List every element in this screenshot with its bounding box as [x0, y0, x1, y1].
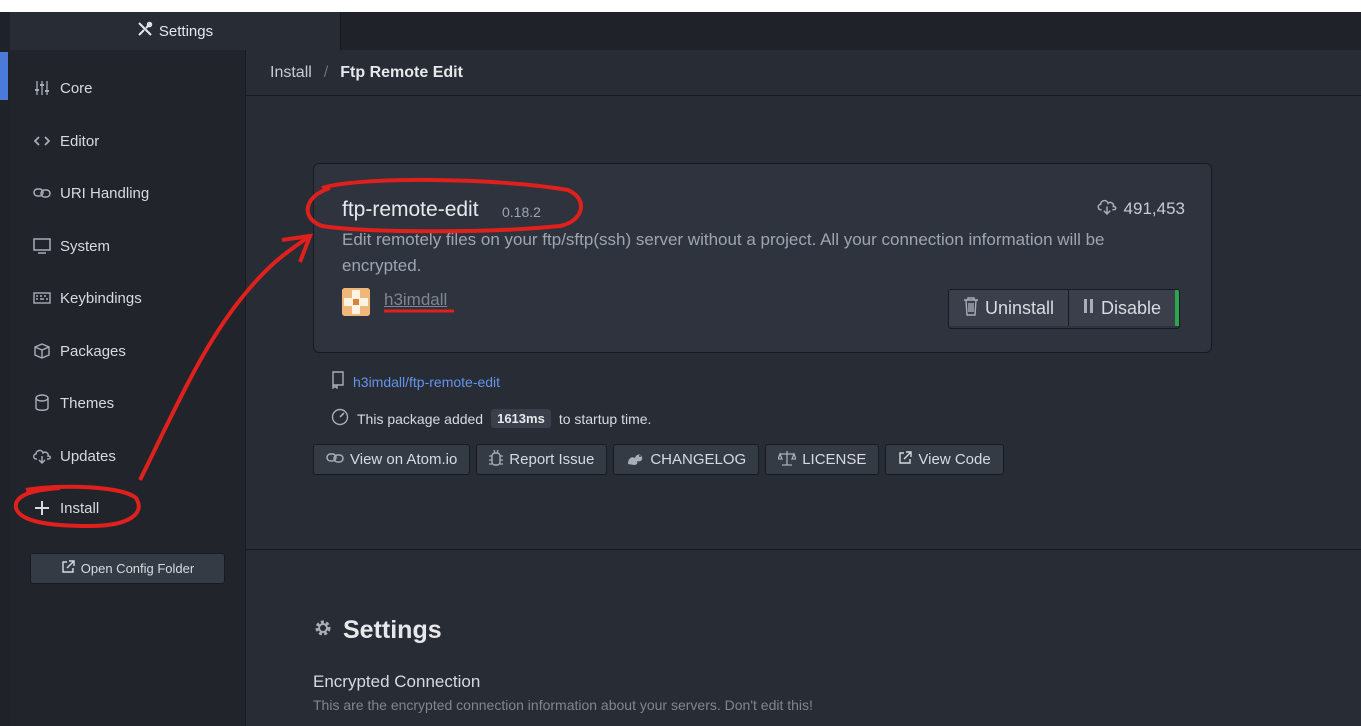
- view-on-atom-button[interactable]: View on Atom.io: [313, 444, 471, 475]
- open-config-folder-button[interactable]: Open Config Folder: [30, 553, 225, 584]
- sidebar-item-label: Core: [60, 79, 93, 97]
- open-config-label: Open Config Folder: [80, 561, 195, 576]
- changelog-button[interactable]: CHANGELOG: [613, 444, 760, 475]
- sliders-icon: [32, 80, 52, 96]
- startup-suffix: to startup time.: [558, 410, 652, 427]
- package-actions: Uninstall Disable: [948, 289, 1181, 329]
- bug-icon: [489, 449, 504, 471]
- sidebar-item-editor[interactable]: Editor: [10, 121, 245, 161]
- paintcan-icon: [32, 394, 52, 412]
- package-icon: [32, 343, 52, 359]
- squirrel-icon: [626, 450, 644, 470]
- license-label: LICENSE: [802, 451, 867, 468]
- sidebar-item-install[interactable]: Install: [10, 488, 245, 528]
- view-on-atom-label: View on Atom.io: [350, 451, 458, 468]
- dock-edge: [0, 12, 10, 726]
- license-button[interactable]: LICENSE: [765, 444, 880, 475]
- breadcrumb-install-link[interactable]: Install: [270, 64, 312, 82]
- pause-icon: [1083, 298, 1095, 319]
- disable-label: Disable: [1101, 297, 1162, 318]
- sidebar-item-system[interactable]: System: [10, 226, 245, 266]
- cloud-download-icon: [1096, 198, 1118, 220]
- trash-icon: [963, 296, 979, 321]
- link-icon: [326, 451, 344, 469]
- sidebar-item-label: Updates: [60, 447, 116, 465]
- package-description: Edit remotely files on your ftp/sftp(ssh…: [342, 230, 1105, 275]
- gear-icon: [313, 616, 333, 645]
- disable-button[interactable]: Disable: [1068, 290, 1180, 326]
- annotation-arrowhead: [281, 233, 314, 263]
- report-issue-label: Report Issue: [509, 451, 595, 468]
- author-link[interactable]: h3imdall: [384, 290, 447, 310]
- sidebar-item-label: System: [60, 237, 111, 255]
- report-issue-button[interactable]: Report Issue: [476, 444, 608, 475]
- sidebar-item-label: Themes: [60, 394, 115, 412]
- uninstall-button[interactable]: Uninstall: [949, 290, 1069, 326]
- link-external-icon: [898, 450, 913, 469]
- link-external-icon: [61, 560, 75, 577]
- repo-icon: [331, 371, 345, 392]
- download-count-value: 491,453: [1123, 199, 1185, 218]
- tab-bar: Settings: [10, 12, 1361, 51]
- section-divider: [246, 549, 1361, 550]
- download-count: 491,453: [1096, 198, 1185, 220]
- sidebar-item-updates[interactable]: Updates: [10, 436, 245, 476]
- setting-description: This are the encrypted connection inform…: [313, 697, 813, 713]
- code-icon: [32, 133, 52, 149]
- changelog-label: CHANGELOG: [650, 451, 747, 468]
- package-name[interactable]: ftp-remote-edit: [342, 198, 479, 222]
- package-version: 0.18.2: [502, 204, 541, 220]
- sidebar-item-label: Install: [60, 499, 100, 517]
- link-icon: [32, 186, 52, 200]
- cloud-download-icon: [32, 448, 52, 464]
- sidebar-item-label: URI Handling: [60, 184, 150, 202]
- window-top-strip: [0, 0, 1361, 12]
- package-links: View on Atom.io Report Issue CHANGELOG L…: [313, 444, 1004, 475]
- startup-time-badge: 1613ms: [491, 409, 551, 428]
- tools-icon: [137, 21, 153, 41]
- startup-time-line: This package added 1613ms to startup tim…: [331, 408, 651, 429]
- sidebar-item-keybindings[interactable]: Keybindings: [10, 278, 245, 318]
- view-code-label: View Code: [918, 451, 991, 468]
- repo-link[interactable]: h3imdall/ftp-remote-edit: [353, 374, 500, 390]
- dashboard-icon: [331, 408, 349, 429]
- law-icon: [777, 450, 798, 470]
- settings-section-heading: Settings: [313, 616, 442, 645]
- repo-line: h3imdall/ftp-remote-edit: [331, 371, 500, 392]
- keyboard-icon: [32, 291, 52, 305]
- active-dock-indicator: [0, 52, 8, 100]
- tab-title: Settings: [158, 22, 214, 40]
- view-code-button[interactable]: View Code: [885, 444, 1004, 475]
- sidebar-item-uri-handling[interactable]: URI Handling: [10, 173, 245, 213]
- sidebar-item-label: Editor: [60, 132, 100, 150]
- breadcrumb: Install / Ftp Remote Edit: [246, 50, 1361, 96]
- monitor-icon: [32, 238, 52, 254]
- author-avatar[interactable]: [342, 288, 370, 316]
- breadcrumb-separator: /: [323, 63, 329, 81]
- sidebar-item-packages[interactable]: Packages: [10, 331, 245, 371]
- tab-settings[interactable]: Settings: [10, 12, 341, 50]
- sidebar-item-label: Packages: [60, 342, 126, 360]
- plus-icon: [32, 500, 52, 516]
- sidebar-item-label: Keybindings: [60, 289, 142, 307]
- startup-prefix: This package added: [357, 410, 484, 427]
- settings-heading-label: Settings: [343, 616, 442, 644]
- settings-sidebar: Core Editor URI Handling System Keybindi…: [10, 50, 246, 726]
- sidebar-item-core[interactable]: Core: [10, 68, 245, 108]
- package-card: ftp-remote-edit 0.18.2 491,453 Edit remo…: [313, 163, 1212, 353]
- uninstall-label: Uninstall: [985, 297, 1055, 318]
- setting-title: Encrypted Connection: [313, 672, 481, 691]
- sidebar-item-themes[interactable]: Themes: [10, 383, 245, 423]
- breadcrumb-current: Ftp Remote Edit: [340, 63, 463, 81]
